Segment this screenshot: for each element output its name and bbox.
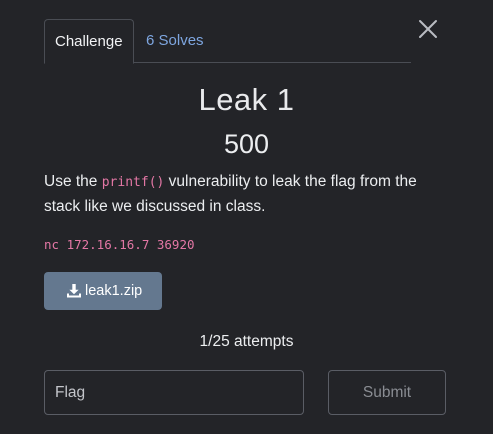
connection-command: nc 172.16.16.7 36920 (44, 237, 195, 252)
tab-challenge[interactable]: Challenge (44, 19, 134, 64)
download-file-button[interactable]: leak1.zip (44, 272, 162, 310)
challenge-title: Leak 1 (198, 82, 295, 117)
challenge-description: Use the printf() vulnerability to leak t… (44, 170, 444, 219)
download-icon (67, 284, 81, 298)
tab-bar: Challenge 6 Solves (44, 19, 411, 64)
close-button[interactable] (416, 17, 440, 41)
close-icon (419, 20, 437, 38)
description-text-before: Use the (44, 173, 102, 190)
attempts-counter: 1/25 attempts (199, 333, 294, 350)
challenge-points: 500 (223, 129, 270, 159)
submit-button[interactable]: Submit (328, 370, 446, 415)
tab-solves[interactable]: 6 Solves (136, 19, 214, 64)
download-file-label: leak1.zip (85, 283, 143, 299)
flag-input[interactable] (44, 370, 304, 415)
description-code: printf() (101, 175, 165, 190)
